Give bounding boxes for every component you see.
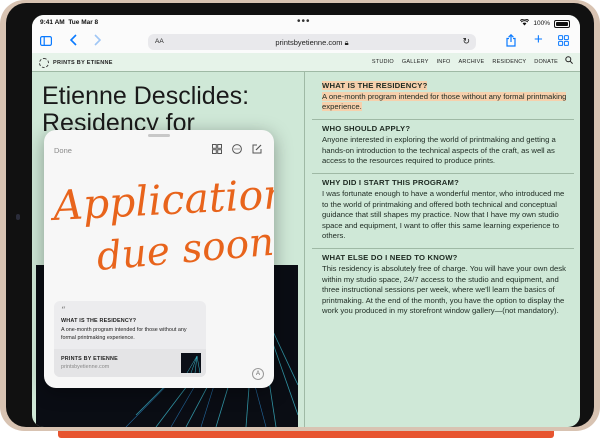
browser-toolbar: AA printsbyetienne.com 🔒︎ ↻ + xyxy=(32,31,580,53)
status-bar: 9:41 AM Tue Mar 8 ••• 100% xyxy=(32,15,580,31)
link-card-answer: A one-month program intended for those w… xyxy=(61,327,187,341)
multitasking-dots-icon[interactable]: ••• xyxy=(297,16,311,27)
note-actions xyxy=(212,144,262,156)
battery-icon xyxy=(554,19,570,28)
handwritten-note: Application due soon! xyxy=(50,174,274,280)
page-title: Etienne Desclides: Residency for xyxy=(42,82,250,137)
search-icon[interactable] xyxy=(565,56,573,66)
faq-list: WHAT IS THE RESIDENCY? A one-month progr… xyxy=(312,81,574,323)
reload-icon[interactable]: ↻ xyxy=(462,36,470,47)
faq-answer: A one-month program intended for those w… xyxy=(322,91,567,111)
faq-answer: This residency is absolutely free of cha… xyxy=(322,264,566,315)
wifi-icon xyxy=(520,18,530,28)
linked-content-card[interactable]: “ WHAT IS THE RESIDENCY? A one-month pro… xyxy=(54,301,206,377)
address-bar[interactable]: AA printsbyetienne.com 🔒︎ ↻ xyxy=(148,34,476,50)
link-card-thumbnail xyxy=(181,353,201,373)
faq-item: WHO SHOULD APPLY? Anyone interested in e… xyxy=(312,120,574,174)
link-card-footer: PRINTS BY ETIENNE printsbyetienne.com xyxy=(54,349,206,377)
link-card-site: PRINTS BY ETIENNE xyxy=(61,356,118,362)
note-drag-handle[interactable] xyxy=(148,134,170,137)
done-button[interactable]: Done xyxy=(54,146,72,155)
faq-item: WHY DID I START THIS PROGRAM? I was fort… xyxy=(312,174,574,249)
nav-info[interactable]: INFO xyxy=(437,59,451,65)
link-card-question: WHAT IS THE RESIDENCY? xyxy=(61,318,137,324)
nav-links: STUDIO GALLERY INFO ARCHIVE RESIDENCY DO… xyxy=(372,59,558,65)
back-icon[interactable] xyxy=(69,34,77,50)
nav-archive[interactable]: ARCHIVE xyxy=(459,59,485,65)
nav-donate[interactable]: DONATE xyxy=(534,59,558,65)
screen: 9:41 AM Tue Mar 8 ••• 100% AA printsbyet… xyxy=(32,15,580,427)
front-camera xyxy=(16,214,20,220)
nav-gallery[interactable]: GALLERY xyxy=(402,59,429,65)
quick-note-window[interactable]: Done Application due soon! “ WHAT IS THE… xyxy=(44,130,274,388)
status-right: 100% xyxy=(520,18,570,28)
forward-icon[interactable] xyxy=(94,34,102,50)
nav-studio[interactable]: STUDIO xyxy=(372,59,394,65)
faq-item: WHAT ELSE DO I NEED TO KNOW? This reside… xyxy=(312,249,574,323)
tabs-grid-icon[interactable] xyxy=(558,34,569,50)
url-text: printsbyetienne.com 🔒︎ xyxy=(275,38,349,47)
brand-logo-icon xyxy=(39,58,49,68)
markup-pen-icon[interactable]: A xyxy=(252,368,264,380)
lock-icon: 🔒︎ xyxy=(344,38,349,47)
handwriting-line-2: due soon! xyxy=(95,218,274,280)
battery-percent: 100% xyxy=(533,20,550,27)
faq-item: WHAT IS THE RESIDENCY? A one-month progr… xyxy=(312,81,574,120)
sidebar-icon[interactable] xyxy=(40,34,53,50)
faq-question: WHO SHOULD APPLY? xyxy=(322,123,411,133)
site-nav: PRINTS BY ETIENNE STUDIO GALLERY INFO AR… xyxy=(32,53,580,72)
site-brand[interactable]: PRINTS BY ETIENNE xyxy=(39,58,113,68)
quote-icon: “ xyxy=(61,306,66,316)
more-options-icon[interactable] xyxy=(232,144,242,156)
faq-answer: I was fortunate enough to have a wonderf… xyxy=(322,189,565,240)
faq-answer: Anyone interested in exploring the world… xyxy=(322,135,556,165)
plus-icon[interactable]: + xyxy=(534,32,543,48)
link-card-domain: printsbyetienne.com xyxy=(61,364,110,370)
compose-icon[interactable] xyxy=(252,144,262,156)
ipad-frame: 9:41 AM Tue Mar 8 ••• 100% AA printsbyet… xyxy=(0,0,600,431)
faq-question: WHY DID I START THIS PROGRAM? xyxy=(322,177,460,187)
faq-question: WHAT IS THE RESIDENCY? xyxy=(322,81,428,90)
column-divider xyxy=(304,71,305,427)
share-icon[interactable] xyxy=(506,33,516,51)
ipad-bezel: 9:41 AM Tue Mar 8 ••• 100% AA printsbyet… xyxy=(6,3,594,427)
faq-question: WHAT ELSE DO I NEED TO KNOW? xyxy=(322,252,458,262)
gallery-grid-icon[interactable] xyxy=(212,144,222,156)
status-time: 9:41 AM Tue Mar 8 xyxy=(40,19,99,26)
nav-residency[interactable]: RESIDENCY xyxy=(492,59,526,65)
